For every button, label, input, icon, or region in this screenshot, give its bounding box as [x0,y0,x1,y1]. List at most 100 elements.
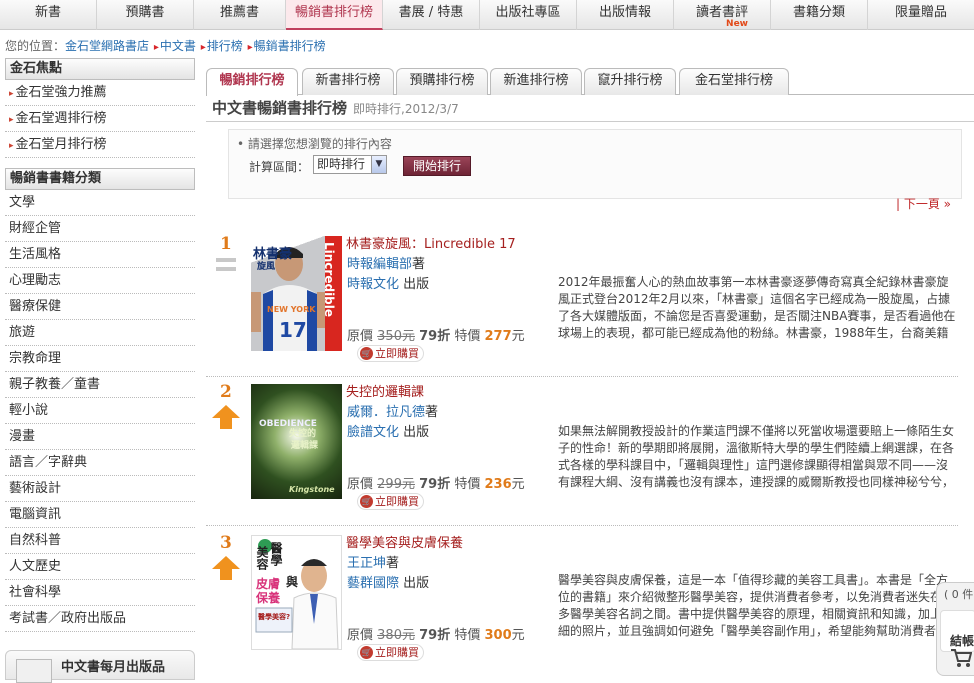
sidebar-item-category[interactable]: 漫畫 [5,424,195,450]
sidebar-item-category[interactable]: 語言／字辭典 [5,450,195,476]
nav-item-recommended[interactable]: 推薦書 [194,0,286,30]
sidebar-item-category[interactable]: 醫療保健 [5,294,195,320]
tab-kingstone[interactable]: 金石堂排行榜 [679,68,789,95]
sidebar-item-category[interactable]: 考試書／政府出版品 [5,606,195,632]
book-publisher: 時報文化 出版 [347,273,429,292]
nav-item-bestsellers[interactable]: 暢銷書排行榜 [286,0,383,30]
sidebar-item-category[interactable]: 輕小說 [5,398,195,424]
book-title-link[interactable]: 林書豪旋風：Lincredible 17 [346,233,516,252]
nav-label: 出版情報 [598,5,651,20]
sidebar-item-featured[interactable]: ▸ 金石堂月排行榜 [5,132,195,158]
book-cover[interactable]: 林書豪 旋風 Lincredible NEW YORK 17 [251,236,342,351]
tab-new-arrivals[interactable]: 新進排行榜 [490,68,582,95]
nav-item-categories[interactable]: 書籍分類 [771,0,868,30]
price-line: 原價 350元 79折 特價 277元 [347,325,525,344]
sidebar-item-category[interactable]: 文學 [5,190,195,216]
publisher-suffix: 出版 [403,425,430,440]
floating-cart-widget[interactable]: ( 0 件 結帳 [936,582,974,676]
tab-new[interactable]: 新書排行榜 [302,68,394,95]
author-link[interactable]: 威爾．拉凡德 [347,405,425,420]
rank-number: 2 [220,382,232,402]
tab-preorder[interactable]: 預購排行榜 [396,68,488,95]
buy-now-button[interactable]: 🛒 立即購買 [357,345,424,362]
sidebar: 金石焦點 ▸ 金石堂強力推薦 ▸ 金石堂週排行榜 ▸ 金石堂月排行榜 暢銷書書籍分類 … [5,58,195,632]
range-select[interactable]: 即時排行 ▼ [313,155,387,174]
author-link[interactable]: 王正坤 [347,556,386,571]
next-page-link[interactable]: | 下一頁 » [896,195,951,212]
sidebar-item-category[interactable]: 人文歷史 [5,554,195,580]
tab-rising[interactable]: 竄升排行榜 [584,68,676,95]
monthly-releases-box[interactable]: 中文書每月出版品 [5,650,195,683]
breadcrumb: 您的位置：金石堂網路書店 ▸中文書 ▸排行榜 ▸暢銷書排行榜 [5,37,326,54]
book-title-link[interactable]: 醫學美容與皮膚保養 [346,532,463,551]
sidebar-item-category[interactable]: 親子教養／童書 [5,372,195,398]
nav-label: 新書 [34,5,61,20]
rank-up-arrow-icon [212,405,240,429]
publisher-link[interactable]: 時報文化 [347,277,399,292]
publisher-link[interactable]: 臉譜文化 [347,425,399,440]
author-link[interactable]: 時報編輯部 [347,257,412,272]
book-cover[interactable]: 醫學 美容 與 皮膚 保養 醫學美容? [251,535,342,650]
monthly-releases-title: 中文書每月出版品 [61,660,166,675]
book-cover[interactable]: OBEDIENCE 失控的 邏輯課 Kingstone [251,384,342,499]
rank-up-arrow-icon [212,556,240,580]
breadcrumb-link[interactable]: 中文書 [160,39,196,53]
nav-item-publishing-news[interactable]: 出版情報 [577,0,674,30]
buy-now-button[interactable]: 🛒 立即購買 [357,493,424,510]
sidebar-item-category[interactable]: 旅遊 [5,320,195,346]
book-author: 時報編輯部著 [347,253,425,272]
nav-label: 出版社專區 [495,5,561,20]
nav-item-new-books[interactable]: 新書 [0,0,97,30]
cover-jersey-number: 17 [279,318,307,342]
publisher-link[interactable]: 藝群國際 [347,576,399,591]
sidebar-item-featured[interactable]: ▸ 金石堂強力推薦 [5,80,195,106]
buy-now-button[interactable]: 🛒 立即購買 [357,644,424,661]
breadcrumb-link[interactable]: 排行榜 [207,39,243,53]
cover-title: 保養 [256,591,281,605]
breadcrumb-arrow-icon: ▸ [200,42,206,53]
nav-item-preorder[interactable]: 預購書 [97,0,194,30]
sidebar-item-category[interactable]: 電腦資訊 [5,502,195,528]
original-price: 350元 [377,329,415,344]
nav-item-gifts[interactable]: 限量贈品 [868,0,974,30]
unchanged-icon [216,258,236,276]
sidebar-item-label: 金石堂月排行榜 [15,137,107,152]
book-description: 2012年最振奮人心的熱血故事第一本林書豪逐夢傳奇寫真全紀錄林書豪旋風正式登台2… [558,275,956,340]
bullet-icon: ▸ [9,141,14,151]
breadcrumb-arrow-icon: ▸ [247,42,253,53]
sidebar-item-category[interactable]: 藝術設計 [5,476,195,502]
nav-item-publishers[interactable]: 出版社專區 [480,0,577,30]
book-description: 醫學美容與皮膚保養，這是一本「值得珍藏的美容工具書」。本書是「全方位的書籍」來介… [558,573,955,638]
start-ranking-button[interactable]: 開始排行 [403,156,471,176]
cover-title: 美容 [255,546,269,570]
sidebar-item-category[interactable]: 心理勵志 [5,268,195,294]
entry-divider [206,525,958,526]
sidebar-item-category[interactable]: 社會科學 [5,580,195,606]
sidebar-item-category[interactable]: 宗教命理 [5,346,195,372]
discount-value: 79折 [419,329,451,344]
sidebar-item-featured[interactable]: ▸ 金石堂週排行榜 [5,106,195,132]
breadcrumb-link[interactable]: 金石堂網路書店 [65,39,149,53]
discount-value: 79折 [419,477,451,492]
sidebar-item-category[interactable]: 生活風格 [5,242,195,268]
nav-item-reader-reviews[interactable]: 讀者書評 New [674,0,771,30]
cart-icon: 🛒 [360,495,373,508]
special-price-label: 特價 [454,628,481,643]
tab-bestseller[interactable]: 暢銷排行榜 [206,68,298,96]
nav-item-book-fair[interactable]: 書展 / 特惠 [383,0,480,30]
sidebar-item-category[interactable]: 自然科普 [5,528,195,554]
breadcrumb-link[interactable]: 暢銷書排行榜 [254,39,326,53]
currency: 元 [511,329,525,344]
discount-value: 79折 [419,628,451,643]
nav-label: 書展 / 特惠 [398,5,464,20]
entry-divider [206,376,958,377]
breadcrumb-arrow-icon: ▸ [153,42,159,53]
sidebar-item-category[interactable]: 財經企管 [5,216,195,242]
cover-title: 醫學 [269,542,283,566]
book-author: 威爾．拉凡德著 [347,401,438,420]
author-suffix: 著 [425,405,439,420]
book-title-link[interactable]: 失控的邏輯課 [346,381,424,400]
price-line: 原價 299元 79折 特價 236元 [347,473,525,492]
currency: 元 [511,628,525,643]
range-select-value: 即時排行 [317,157,366,171]
